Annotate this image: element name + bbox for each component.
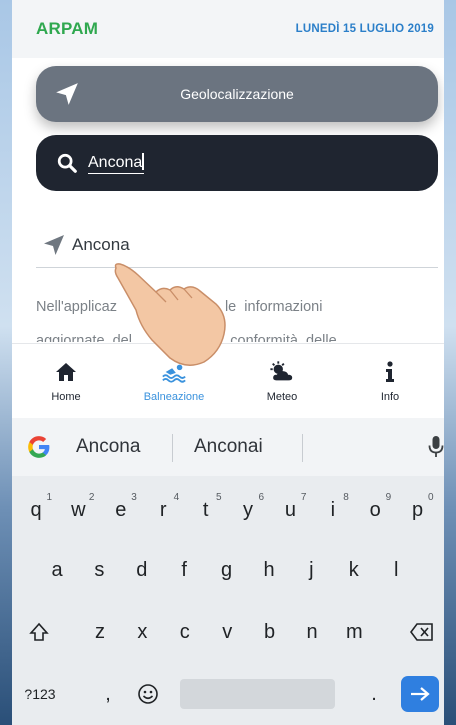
enter-key[interactable]: [401, 676, 439, 712]
on-screen-keyboard: Ancona Anconai q1w2e3r4t5y6u7i8o9p0 asdf…: [12, 418, 444, 725]
navigation-arrow-icon: [44, 234, 64, 255]
bottom-navigation: Home Balneazione Meteo Info: [12, 343, 444, 415]
nav-label: Home: [51, 391, 81, 403]
key-number-hint: 3: [131, 492, 137, 503]
weather-icon: [270, 361, 293, 381]
geolocate-button[interactable]: Geolocalizzazione: [36, 66, 438, 122]
keyboard-suggestion[interactable]: Anconai: [194, 436, 263, 458]
key-h[interactable]: h: [249, 548, 289, 592]
key-number-hint: 4: [173, 492, 180, 503]
key-t[interactable]: t5: [186, 488, 226, 532]
nav-item-balneazione[interactable]: Balneazione: [120, 344, 228, 415]
app-frame: ARPAM LUNEDÌ 15 LUGLIO 2019 Geolocalizza…: [12, 0, 444, 725]
key-v[interactable]: v: [207, 610, 247, 654]
google-icon[interactable]: [26, 434, 52, 460]
key-u[interactable]: u7: [270, 488, 310, 532]
key-number-hint: 1: [46, 492, 52, 503]
key-e[interactable]: e3: [101, 488, 141, 532]
key-number-hint: 8: [343, 492, 349, 503]
key-s[interactable]: s: [79, 548, 119, 592]
nav-item-info[interactable]: Info: [336, 344, 444, 415]
key-b[interactable]: b: [250, 610, 290, 654]
key-n[interactable]: n: [292, 610, 332, 654]
info-paragraph: Nell'applicaz contenute le informazioni …: [36, 290, 438, 342]
key-label: o: [369, 498, 381, 521]
nav-label: Balneazione: [143, 391, 205, 403]
key-c[interactable]: c: [165, 610, 205, 654]
key-i[interactable]: i8: [313, 488, 353, 532]
key-label: i: [330, 498, 336, 521]
key-number-hint: 2: [88, 492, 95, 503]
keyboard-suggestion[interactable]: Ancona: [76, 436, 140, 458]
key-d[interactable]: d: [122, 548, 162, 592]
location-suggestion[interactable]: Ancona: [36, 222, 438, 268]
nav-item-home[interactable]: Home: [12, 344, 120, 415]
date-label: LUNEDÌ 15 LUGLIO 2019: [295, 23, 434, 35]
key-p[interactable]: p0: [398, 488, 438, 532]
shift-key[interactable]: [20, 610, 58, 654]
key-o[interactable]: o9: [355, 488, 395, 532]
key-x[interactable]: x: [122, 610, 162, 654]
keyboard-suggestion-bar: Ancona Anconai: [12, 418, 444, 476]
home-icon: [56, 363, 76, 381]
suggestion-divider: [302, 434, 303, 462]
symbols-key[interactable]: ?123: [18, 672, 62, 716]
info-icon: [386, 361, 394, 382]
search-value: Ancona: [88, 153, 144, 174]
shift-icon: [29, 622, 49, 641]
emoji-icon: [138, 684, 158, 704]
key-l[interactable]: l: [376, 548, 416, 592]
key-w[interactable]: w2: [58, 488, 98, 532]
key-number-hint: 0: [428, 492, 434, 503]
suggestion-text: Ancona: [72, 234, 130, 254]
key-z[interactable]: z: [80, 610, 120, 654]
key-label: u: [284, 498, 296, 521]
key-label: w: [71, 498, 86, 521]
nav-label: Info: [380, 391, 400, 403]
keyboard-row-3: zxcvbnm: [12, 610, 444, 658]
keyboard-row-1: q1w2e3r4t5y6u7i8o9p0: [12, 488, 444, 536]
key-label: t: [202, 498, 209, 521]
space-key[interactable]: [180, 679, 335, 709]
paragraph-line: aggiornate del atico di conformità delle: [36, 333, 337, 342]
app-header: ARPAM LUNEDÌ 15 LUGLIO 2019: [12, 0, 444, 58]
swimmer-icon: [162, 364, 186, 383]
key-j[interactable]: j: [291, 548, 331, 592]
period-key[interactable]: .: [362, 672, 386, 716]
key-f[interactable]: f: [164, 548, 204, 592]
key-number-hint: 7: [300, 492, 307, 503]
key-label: p: [412, 498, 424, 521]
arrow-right-icon: [411, 687, 430, 701]
comma-key[interactable]: ,: [96, 672, 120, 716]
key-label: q: [30, 498, 42, 521]
backspace-key[interactable]: [404, 610, 440, 654]
key-m[interactable]: m: [334, 610, 374, 654]
nav-label: Meteo: [266, 391, 298, 403]
key-number-hint: 5: [216, 492, 222, 503]
brand-title: ARPAM: [36, 19, 99, 38]
key-label: r: [159, 498, 167, 521]
keyboard-row-2: asdfghjkl: [12, 548, 444, 596]
key-label: y: [243, 498, 253, 521]
key-number-hint: 6: [258, 492, 264, 503]
geolocate-label: Geolocalizzazione: [180, 86, 294, 102]
search-input[interactable]: Ancona: [36, 135, 438, 191]
paragraph-line: Nell'applicaz contenute le informazioni: [36, 299, 323, 315]
nav-item-meteo[interactable]: Meteo: [228, 344, 336, 415]
key-q[interactable]: q1: [16, 488, 56, 532]
microphone-icon[interactable]: [428, 435, 444, 459]
backspace-icon: [410, 623, 433, 641]
key-r[interactable]: r4: [143, 488, 183, 532]
key-y[interactable]: y6: [228, 488, 268, 532]
search-icon: [57, 153, 77, 173]
key-k[interactable]: k: [334, 548, 374, 592]
suggestion-divider: [172, 434, 173, 462]
emoji-key[interactable]: [130, 672, 166, 716]
key-number-hint: 9: [385, 492, 392, 503]
key-g[interactable]: g: [207, 548, 247, 592]
navigation-arrow-icon: [56, 83, 78, 105]
key-label: e: [115, 498, 127, 521]
key-a[interactable]: a: [37, 548, 77, 592]
